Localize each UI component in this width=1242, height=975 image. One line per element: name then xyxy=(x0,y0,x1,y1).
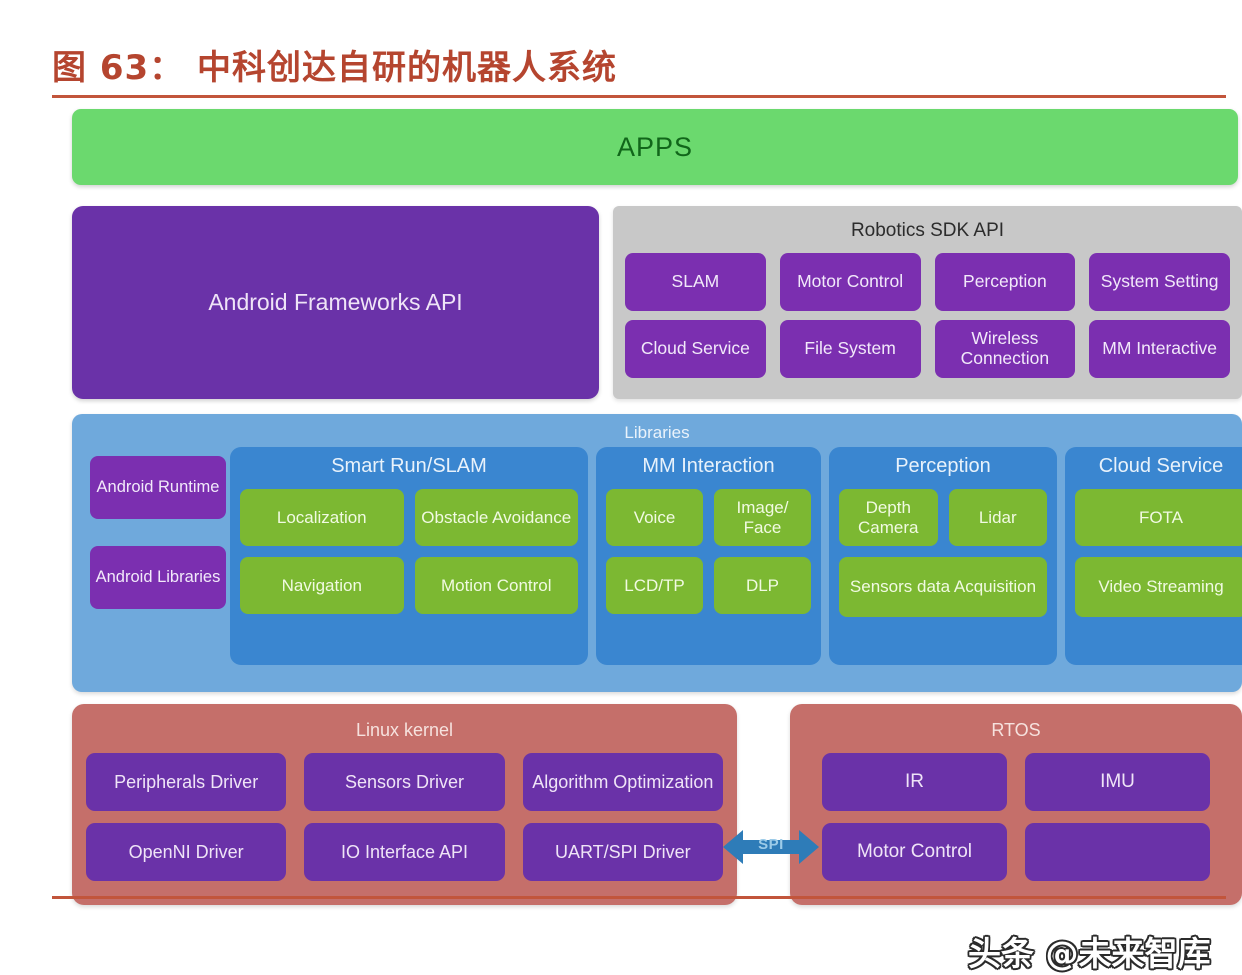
group-row: Localization Obstacle Avoidance xyxy=(240,489,578,546)
group-title-mm-interaction: MM Interaction xyxy=(642,455,775,477)
rtos-chip-unlabeled xyxy=(1025,823,1210,881)
kernel-row: OpenNI Driver IO Interface API UART/SPI … xyxy=(86,823,723,881)
android-libraries-chip: Android Libraries xyxy=(90,546,226,609)
rtos-row: IR IMU xyxy=(822,753,1210,811)
rtos-chip-motor-control: Motor Control xyxy=(822,823,1007,881)
title-block: 图 63： 中科创达自研的机器人系统 xyxy=(0,0,1242,101)
robot-system-architecture-diagram: APPS Android Frameworks API Robotics SDK… xyxy=(0,101,1242,973)
apps-label: APPS xyxy=(616,131,694,162)
sdk-item-slam: SLAM xyxy=(625,253,766,311)
robotics-sdk-api-title: Robotics SDK API xyxy=(850,220,1005,241)
lib-chip-navigation: Navigation xyxy=(240,557,404,614)
robotics-sdk-api-grid: SLAM Motor Control Perception System Set… xyxy=(613,242,1242,390)
title-divider xyxy=(52,95,1226,98)
bottom-divider xyxy=(52,896,1226,899)
apps-layer: APPS xyxy=(72,109,1238,185)
rtos-layer: RTOS IR IMU Motor Control xyxy=(790,704,1242,905)
kernel-chip-io-interface-api: IO Interface API xyxy=(304,823,505,881)
sdk-item-file-system: File System xyxy=(779,320,921,378)
lib-chip-depth-camera: Depth Camera xyxy=(839,489,938,546)
linux-kernel-title: Linux kernel xyxy=(355,720,454,740)
kernel-chip-algorithm-optimization: Algorithm Optimization xyxy=(522,753,723,811)
android-runtime-chip: Android Runtime xyxy=(90,456,226,519)
library-group-mm-interaction: MM Interaction Voice Image/ Face LCD/TP … xyxy=(596,447,821,665)
group-row: Voice Image/ Face xyxy=(606,489,811,546)
kernel-chip-peripherals-driver: Peripherals Driver xyxy=(86,753,287,811)
group-row: Video Streaming xyxy=(1075,557,1242,617)
lib-chip-motion-control: Motion Control xyxy=(414,557,578,614)
library-group-smart-run-slam: Smart Run/SLAM Localization Obstacle Avo… xyxy=(230,447,588,665)
lib-chip-lidar: Lidar xyxy=(948,489,1047,546)
linux-kernel-layer: Linux kernel Peripherals Driver Sensors … xyxy=(72,704,737,905)
lib-chip-image-face: Image/ Face xyxy=(714,489,811,546)
android-column: Android Runtime Android Libraries xyxy=(90,456,226,636)
sdk-item-cloud-service: Cloud Service xyxy=(625,320,766,378)
kernel-chip-uart-spi-driver: UART/SPI Driver xyxy=(522,823,723,881)
watermark-label: 头条 @未来智库 xyxy=(968,934,1211,973)
sdk-item-mm-interactive: MM Interactive xyxy=(1089,320,1230,378)
group-row: Depth Camera Lidar xyxy=(839,489,1047,546)
library-group-cloud-service: Cloud Service FOTA Video Streaming xyxy=(1065,447,1242,665)
lib-chip-voice: Voice xyxy=(606,489,703,546)
kernel-row: Peripherals Driver Sensors Driver Algori… xyxy=(86,753,723,811)
lib-chip-dlp: DLP xyxy=(714,557,811,614)
rtos-chip-ir: IR xyxy=(822,753,1007,811)
page-title: 图 63： 中科创达自研的机器人系统 xyxy=(52,48,617,88)
android-frameworks-api-label: Android Frameworks API xyxy=(208,289,463,315)
group-title-cloud-service: Cloud Service xyxy=(1098,455,1224,477)
kernel-chip-openni-driver: OpenNI Driver xyxy=(86,823,287,881)
rtos-chip-imu: IMU xyxy=(1025,753,1210,811)
sdk-item-wireless-connection: Wireless Connection xyxy=(934,320,1076,378)
libraries-layer: Libraries Android Runtime Android Librar… xyxy=(72,414,1242,692)
group-row: LCD/TP DLP xyxy=(606,557,811,614)
group-row: Navigation Motion Control xyxy=(240,557,578,614)
lib-chip-lcd-tp: LCD/TP xyxy=(606,557,703,614)
lib-chip-obstacle-avoidance: Obstacle Avoidance xyxy=(414,489,578,546)
kernel-chip-sensors-driver: Sensors Driver xyxy=(304,753,505,811)
spi-bus-label: SPI xyxy=(758,836,784,853)
libraries-title: Libraries xyxy=(624,423,690,442)
sdk-item-perception: Perception xyxy=(934,253,1076,311)
lib-chip-sensors-data-acquisition: Sensors data Acquisition xyxy=(839,557,1047,617)
group-title-smart-run-slam: Smart Run/SLAM xyxy=(331,455,487,477)
rtos-row: Motor Control xyxy=(822,823,1210,881)
lib-chip-video-streaming: Video Streaming xyxy=(1075,557,1242,617)
group-row: Sensors data Acquisition xyxy=(839,557,1047,617)
robotics-sdk-api-panel: Robotics SDK API SLAM Motor Control Perc… xyxy=(613,206,1242,399)
rtos-title: RTOS xyxy=(991,720,1041,740)
sdk-item-system-setting: System Setting xyxy=(1089,253,1230,311)
sdk-item-motor-control: Motor Control xyxy=(779,253,921,311)
library-group-perception: Perception Depth Camera Lidar Sensors da… xyxy=(829,447,1057,665)
group-row: FOTA xyxy=(1075,489,1242,546)
group-title-perception: Perception xyxy=(895,455,991,477)
lib-chip-fota: FOTA xyxy=(1075,489,1242,546)
android-frameworks-api-block: Android Frameworks API xyxy=(72,206,599,399)
lib-chip-localization: Localization xyxy=(240,489,404,546)
